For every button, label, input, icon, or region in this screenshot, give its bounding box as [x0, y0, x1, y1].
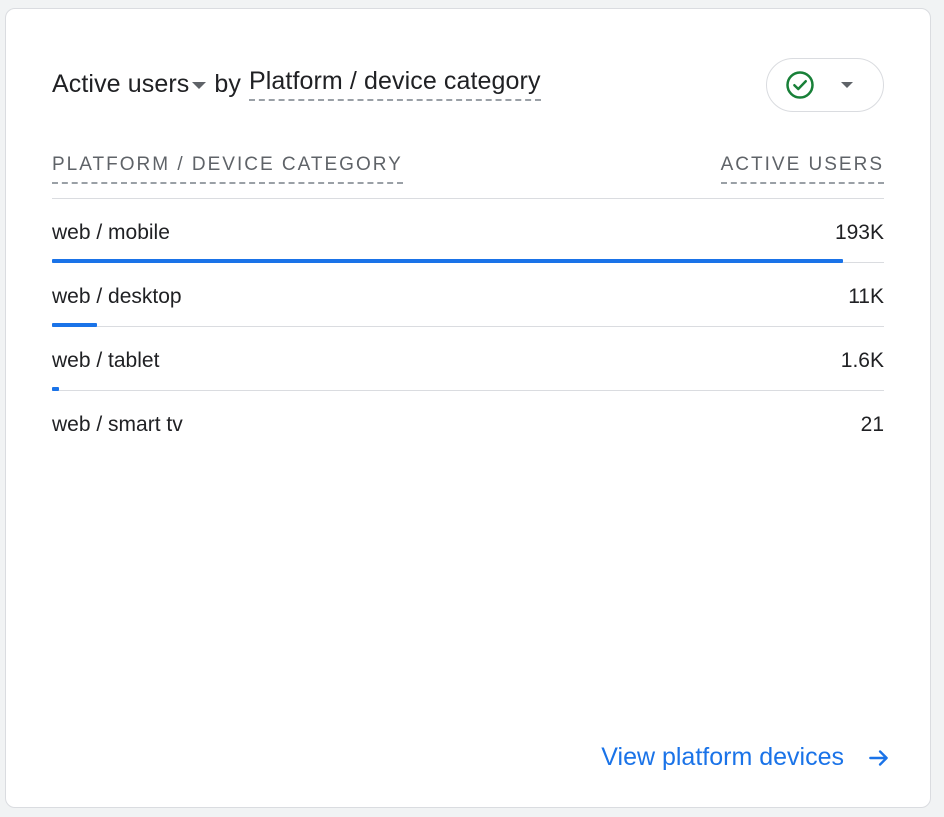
row-label: web / tablet: [52, 349, 160, 372]
table-row: web / tablet 1.6K: [52, 327, 884, 391]
row-value: 1.6K: [840, 349, 884, 372]
view-link-label: View platform devices: [601, 743, 844, 771]
check-circle-icon: [786, 71, 814, 99]
table-row: web / desktop 11K: [52, 263, 884, 327]
row-value: 11K: [848, 285, 884, 308]
table-body: web / mobile 193K web / desktop 11K web …: [52, 199, 884, 455]
row-value: 193K: [834, 221, 884, 244]
status-dropdown-button[interactable]: [766, 58, 884, 112]
card-header: Active users by Platform / device catego…: [52, 67, 541, 101]
by-word: by: [214, 69, 241, 98]
table-row: web / smart tv 21: [52, 391, 884, 455]
caret-down-icon: [841, 82, 853, 88]
metric-dropdown-icon[interactable]: [192, 81, 207, 89]
table-row: web / mobile 193K: [52, 199, 884, 263]
row-label: web / desktop: [52, 285, 182, 308]
row-label: web / mobile: [52, 221, 170, 244]
platform-device-card: Active users by Platform / device catego…: [5, 8, 931, 808]
metric-label[interactable]: Active users: [52, 70, 189, 99]
arrow-right-icon: [869, 749, 888, 766]
column-header-platform[interactable]: PLATFORM / DEVICE CATEGORY: [52, 154, 403, 184]
view-platform-devices-link[interactable]: View platform devices: [601, 743, 892, 772]
dimension-selector[interactable]: Platform / device category: [248, 67, 541, 101]
row-label: web / smart tv: [52, 413, 183, 436]
row-value: 21: [860, 413, 884, 436]
column-header-active-users[interactable]: ACTIVE USERS: [720, 154, 884, 184]
